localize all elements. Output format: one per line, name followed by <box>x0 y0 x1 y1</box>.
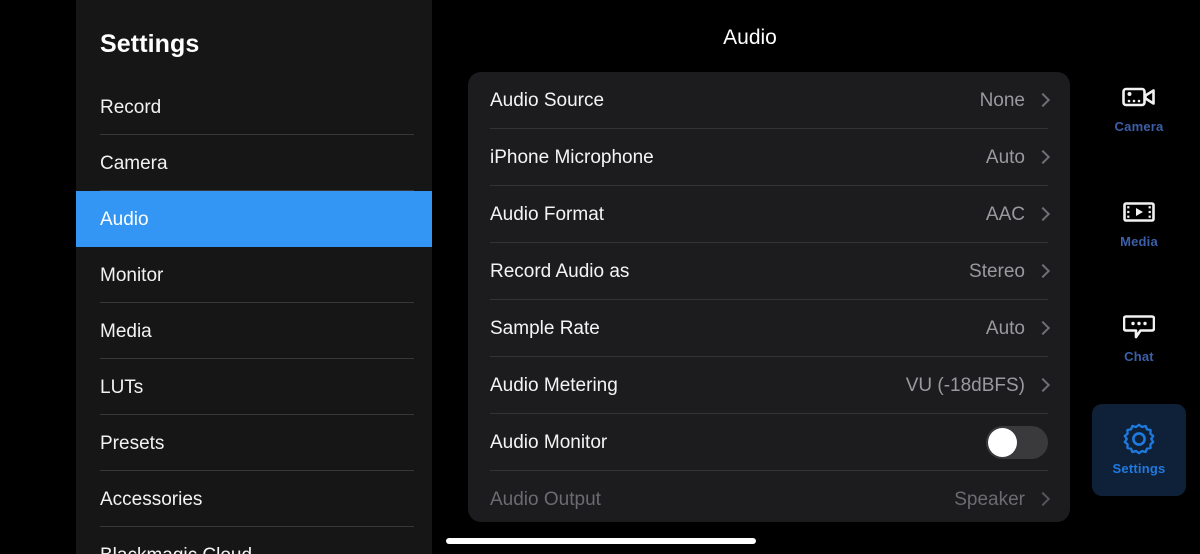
sidebar-list: Record Camera Audio Monitor Media LUTs P… <box>76 79 432 554</box>
sidebar-item-label: Blackmagic Cloud <box>100 546 252 554</box>
sidebar-item-label: Camera <box>100 152 168 174</box>
rail-item-label: Camera <box>1114 119 1164 134</box>
row-label: Sample Rate <box>490 317 600 339</box>
rail-item-media[interactable]: Media <box>1092 177 1186 269</box>
chevron-right-icon <box>1037 491 1048 509</box>
sidebar-item-accessories[interactable]: Accessories <box>76 471 432 527</box>
sidebar-item-blackmagic-cloud[interactable]: Blackmagic Cloud <box>76 527 432 554</box>
sidebar-item-label: Monitor <box>100 264 164 286</box>
left-bezel <box>0 0 76 554</box>
sidebar-item-label: Record <box>100 96 162 118</box>
row-label: Audio Monitor <box>490 431 608 453</box>
row-label: Audio Format <box>490 203 605 225</box>
sidebar-item-audio[interactable]: Audio <box>76 191 432 247</box>
row-value: Auto <box>985 146 1025 168</box>
row-sample-rate[interactable]: Sample Rate Auto <box>468 300 1070 357</box>
right-rail: Camera Media Chat Settings <box>1078 0 1200 554</box>
app-root: Settings Record Camera Audio Monitor Med… <box>0 0 1200 554</box>
row-value: None <box>979 89 1025 111</box>
home-indicator <box>446 538 756 544</box>
audio-settings-panel: Audio Source None iPhone Microphone Auto… <box>468 72 1070 522</box>
chevron-right-icon <box>1037 206 1048 224</box>
camcorder-icon <box>1121 82 1157 112</box>
sidebar-item-camera[interactable]: Camera <box>76 135 432 191</box>
row-label: Audio Output <box>490 488 601 510</box>
row-iphone-microphone[interactable]: iPhone Microphone Auto <box>468 129 1070 186</box>
sidebar-item-record[interactable]: Record <box>76 79 432 135</box>
row-record-audio-as[interactable]: Record Audio as Stereo <box>468 243 1070 300</box>
rail-item-camera[interactable]: Camera <box>1092 62 1186 154</box>
sidebar-item-label: LUTs <box>100 376 144 398</box>
rail-item-label: Chat <box>1124 349 1154 364</box>
row-value: Stereo <box>969 260 1025 282</box>
sidebar-item-presets[interactable]: Presets <box>76 415 432 471</box>
chevron-right-icon <box>1037 263 1048 281</box>
rail-item-settings[interactable]: Settings <box>1092 404 1186 496</box>
rail-item-label: Media <box>1120 234 1158 249</box>
chevron-right-icon <box>1037 320 1048 338</box>
row-audio-monitor[interactable]: Audio Monitor <box>468 414 1070 471</box>
row-audio-metering[interactable]: Audio Metering VU (-18dBFS) <box>468 357 1070 414</box>
rail-item-label: Settings <box>1112 461 1166 476</box>
sidebar-item-label: Presets <box>100 432 165 454</box>
page-title: Audio <box>723 26 777 49</box>
sidebar-item-media[interactable]: Media <box>76 303 432 359</box>
sidebar-item-label: Audio <box>100 208 149 230</box>
row-label: iPhone Microphone <box>490 146 654 168</box>
row-value: Auto <box>985 317 1025 339</box>
sidebar-title: Settings <box>100 30 200 58</box>
row-audio-output: Audio Output Speaker <box>468 471 1070 522</box>
film-play-icon <box>1121 197 1157 227</box>
sidebar-item-label: Accessories <box>100 488 203 510</box>
row-audio-source[interactable]: Audio Source None <box>468 72 1070 129</box>
row-value: AAC <box>985 203 1025 225</box>
row-label: Audio Source <box>490 89 605 111</box>
audio-monitor-toggle[interactable] <box>986 426 1048 459</box>
row-label: Record Audio as <box>490 260 630 282</box>
sidebar-item-label: Media <box>100 320 152 342</box>
sidebar-item-luts[interactable]: LUTs <box>76 359 432 415</box>
chat-bubble-icon <box>1121 312 1157 342</box>
chevron-right-icon <box>1037 92 1048 110</box>
gear-icon <box>1121 423 1157 455</box>
row-value: VU (-18dBFS) <box>905 374 1025 396</box>
rail-item-chat[interactable]: Chat <box>1092 292 1186 384</box>
row-audio-format[interactable]: Audio Format AAC <box>468 186 1070 243</box>
toggle-knob <box>988 428 1017 457</box>
row-label: Audio Metering <box>490 374 618 396</box>
settings-sidebar: Settings Record Camera Audio Monitor Med… <box>76 0 432 554</box>
chevron-right-icon <box>1037 149 1048 167</box>
row-value: Speaker <box>954 488 1025 510</box>
chevron-right-icon <box>1037 377 1048 395</box>
sidebar-item-monitor[interactable]: Monitor <box>76 247 432 303</box>
